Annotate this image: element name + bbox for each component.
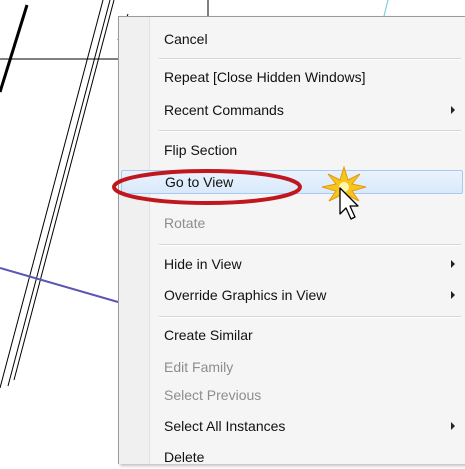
menu-item-label: Delete bbox=[164, 449, 205, 465]
chevron-right-icon bbox=[451, 291, 455, 299]
menu-item-cancel[interactable]: Cancel bbox=[121, 27, 463, 51]
menu-item-go-to-view[interactable]: Go to View bbox=[121, 170, 463, 194]
menu-separator bbox=[159, 244, 461, 246]
menu-separator bbox=[159, 130, 461, 132]
menu-separator bbox=[159, 316, 461, 318]
context-menu: Cancel Repeat [Close Hidden Windows] Rec… bbox=[118, 16, 465, 465]
menu-separator bbox=[159, 58, 461, 60]
menu-item-edit-family: Edit Family bbox=[121, 355, 463, 379]
menu-item-label: Edit Family bbox=[164, 359, 234, 375]
menu-item-label: Override Graphics in View bbox=[164, 287, 327, 303]
menu-item-repeat[interactable]: Repeat [Close Hidden Windows] bbox=[121, 65, 463, 89]
menu-item-select-all-instances[interactable]: Select All Instances bbox=[121, 414, 463, 438]
menu-item-label: Cancel bbox=[164, 31, 208, 47]
drawing-line bbox=[0, 4, 29, 93]
menu-item-label: Hide in View bbox=[164, 256, 242, 272]
menu-item-label: Repeat [Close Hidden Windows] bbox=[164, 69, 366, 85]
menu-item-create-similar[interactable]: Create Similar bbox=[121, 323, 463, 347]
menu-item-label: Rotate bbox=[164, 215, 206, 231]
chevron-right-icon bbox=[451, 260, 455, 268]
drawing-line bbox=[0, 0, 104, 389]
menu-item-override-graphics[interactable]: Override Graphics in View bbox=[121, 283, 463, 307]
menu-item-label: Flip Section bbox=[164, 142, 238, 158]
menu-item-hide-in-view[interactable]: Hide in View bbox=[121, 252, 463, 276]
drawing-line bbox=[383, 0, 389, 17]
menu-item-delete[interactable]: Delete bbox=[121, 445, 463, 469]
menu-item-label: Create Similar bbox=[164, 327, 253, 343]
menu-item-rotate: Rotate bbox=[121, 211, 463, 235]
menu-item-label: Recent Commands bbox=[164, 102, 284, 118]
menu-item-label: Select Previous bbox=[164, 387, 262, 403]
menu-item-flip-section[interactable]: Flip Section bbox=[121, 138, 463, 162]
menu-item-label: Go to View bbox=[165, 174, 234, 190]
menu-item-select-previous: Select Previous bbox=[121, 383, 463, 407]
chevron-right-icon bbox=[451, 106, 455, 114]
menu-item-label: Select All Instances bbox=[164, 418, 286, 434]
menu-item-recent-commands[interactable]: Recent Commands bbox=[121, 98, 463, 122]
chevron-right-icon bbox=[451, 422, 455, 430]
drawing-line bbox=[13, 0, 115, 381]
section-line bbox=[0, 267, 119, 303]
drawing-line bbox=[7, 0, 111, 387]
